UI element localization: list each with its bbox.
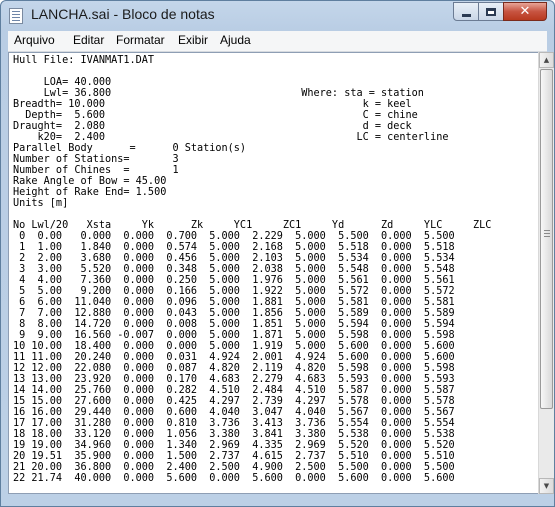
table-row: 3 3.00 5.520 0.000 0.348 5.000 2.038 5.0…	[13, 264, 455, 275]
table-row: 22 21.74 40.000 0.000 5.600 0.000 5.600 …	[13, 473, 455, 484]
table-row: 14 14.00 25.760 0.000 0.282 4.510 2.484 …	[13, 385, 455, 396]
text-editor-area[interactable]: Hull File: IVANMAT1.DAT LOA= 40.000 Lwl=…	[8, 52, 539, 494]
header-line: k20= 2.400 LC = centerline	[13, 132, 449, 143]
maximize-icon	[486, 7, 496, 16]
close-button[interactable]: ✕	[503, 2, 547, 21]
header-line: Height of Rake End= 1.500	[13, 187, 167, 198]
grip-icon	[544, 230, 550, 231]
table-row: 13 13.00 23.920 0.000 0.170 4.683 2.279 …	[13, 374, 455, 385]
header-line: Units [m]	[13, 198, 69, 209]
table-row: 17 17.00 31.280 0.000 0.810 3.736 3.413 …	[13, 418, 455, 429]
menu-ajuda[interactable]: Ajuda	[220, 33, 251, 47]
menu-bar: Arquivo Editar Formatar Exibir Ajuda	[8, 31, 547, 52]
table-row: 18 18.00 33.120 0.000 1.056 3.380 3.841 …	[13, 429, 455, 440]
minimize-button[interactable]	[453, 2, 479, 21]
window-bottom-frame	[1, 494, 554, 506]
table-row: 8 8.00 14.720 0.000 0.008 5.000 1.851 5.…	[13, 319, 455, 330]
close-icon: ✕	[519, 4, 531, 19]
table-row: 19 19.00 34.960 0.000 1.340 2.969 4.335 …	[13, 440, 455, 451]
notepad-icon	[9, 8, 23, 24]
table-row: 5 5.00 9.200 0.000 0.166 5.000 1.922 5.0…	[13, 286, 455, 297]
header-line: Draught= 2.080 d = deck	[13, 121, 412, 132]
table-row: 7 7.00 12.880 0.000 0.043 5.000 1.856 5.…	[13, 308, 455, 319]
window-title: LANCHA.sai - Bloco de notas	[31, 6, 215, 22]
minimize-icon	[461, 13, 471, 17]
notepad-window: LANCHA.sai - Bloco de notas ✕ Arquivo Ed…	[0, 0, 555, 507]
scroll-up-button[interactable]: ▲	[539, 52, 554, 68]
table-row: 0 0.00 0.000 0.000 0.700 5.000 2.229 5.0…	[13, 231, 455, 242]
menu-formatar[interactable]: Formatar	[116, 33, 165, 47]
header-line: LOA= 40.000	[13, 77, 112, 88]
header-line: Hull File: IVANMAT1.DAT	[13, 55, 155, 66]
table-row: 12 12.00 22.080 0.000 0.087 4.820 2.119 …	[13, 363, 455, 374]
header-line: Depth= 5.600 C = chine	[13, 110, 418, 121]
header-line: Number of Stations= 3	[13, 154, 179, 165]
table-row: 2 2.00 3.680 0.000 0.456 5.000 2.103 5.0…	[13, 253, 455, 264]
table-row: 21 20.00 36.800 0.000 2.400 2.500 4.900 …	[13, 462, 455, 473]
header-line: Breadth= 10.000 k = keel	[13, 99, 412, 110]
header-line: Parallel Body = 0 Station(s)	[13, 143, 247, 154]
table-row: 16 16.00 29.440 0.000 0.600 4.040 3.047 …	[13, 407, 455, 418]
table-row: 10 10.00 18.400 0.000 0.000 5.000 1.919 …	[13, 341, 455, 352]
table-row: 11 11.00 20.240 0.000 0.031 4.924 2.001 …	[13, 352, 455, 363]
menu-exibir[interactable]: Exibir	[178, 33, 208, 47]
scroll-down-button[interactable]: ▼	[539, 478, 554, 494]
document-text: Hull File: IVANMAT1.DAT LOA= 40.000 Lwl=…	[13, 55, 491, 484]
table-row: 15 15.00 27.600 0.000 0.425 4.297 2.739 …	[13, 396, 455, 407]
header-line: Lwl= 36.800 Where: sta = station	[13, 88, 424, 99]
table-row: 9 9.00 16.560 -0.007 0.000 5.000 1.871 5…	[13, 330, 455, 341]
header-line: Rake Angle of Bow = 45.00	[13, 176, 167, 187]
table-row: 1 1.00 1.840 0.000 0.574 5.000 2.168 5.0…	[13, 242, 455, 253]
menu-editar[interactable]: Editar	[73, 33, 104, 47]
header-line: Number of Chines = 1	[13, 165, 179, 176]
title-bar[interactable]: LANCHA.sai - Bloco de notas ✕	[1, 1, 554, 31]
maximize-button[interactable]	[478, 2, 504, 21]
table-row: 4 4.00 7.360 0.000 0.250 5.000 1.976 5.0…	[13, 275, 455, 286]
scroll-thumb[interactable]	[540, 69, 553, 409]
menu-arquivo[interactable]: Arquivo	[14, 33, 55, 47]
table-row: 6 6.00 11.040 0.000 0.096 5.000 1.881 5.…	[13, 297, 455, 308]
table-header: No Lwl/20 Xsta Yk Zk YC1 ZC1 Yd Zd YLC Z…	[13, 220, 492, 231]
table-row: 20 19.51 35.900 0.000 1.500 2.737 4.615 …	[13, 451, 455, 462]
vertical-scrollbar[interactable]: ▲ ▼	[538, 52, 554, 494]
